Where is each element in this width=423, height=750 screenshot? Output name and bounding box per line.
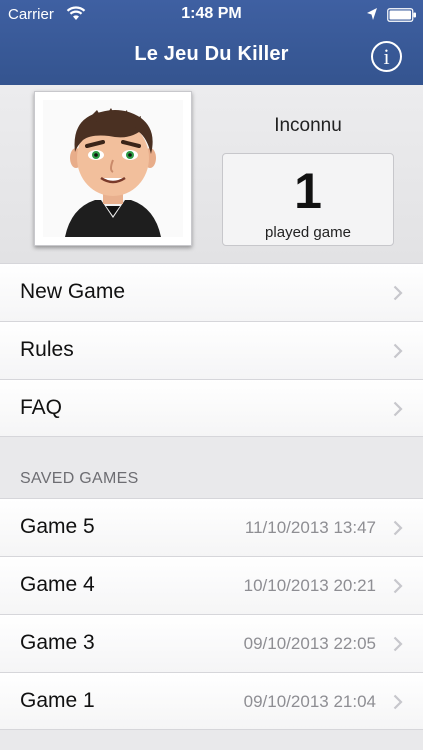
saved-game-label: Game 4 <box>20 573 95 596</box>
info-icon[interactable]: i <box>371 41 402 72</box>
chevron-right-icon <box>393 694 403 710</box>
saved-game-date: 09/10/2013 22:05 <box>243 634 376 653</box>
played-games-count: 1 <box>294 163 322 219</box>
played-games-box: 1 played game <box>222 153 394 246</box>
header: Carrier 1:48 PM Le Jeu Du Killer i <box>0 0 423 85</box>
saved-game-label: Game 3 <box>20 631 95 654</box>
page-title: Le Jeu Du Killer <box>134 43 289 65</box>
chevron-right-icon <box>393 343 403 359</box>
saved-game-row[interactable]: Game 4 10/10/2013 20:21 <box>0 556 423 614</box>
saved-game-label: Game 5 <box>20 515 95 538</box>
menu-item-new-game[interactable]: New Game <box>0 263 423 321</box>
player-name: Inconnu <box>274 115 342 136</box>
main-menu: New Game Rules FAQ <box>0 263 423 437</box>
avatar-cartoon-man-icon <box>65 108 161 237</box>
status-bar: Carrier 1:48 PM <box>0 0 423 30</box>
menu-item-label: FAQ <box>20 396 63 419</box>
status-time: 1:48 PM <box>181 5 242 22</box>
saved-game-date: 10/10/2013 20:21 <box>243 576 376 595</box>
avatar-image <box>43 100 183 237</box>
saved-game-row[interactable]: Game 3 09/10/2013 22:05 <box>0 614 423 672</box>
saved-games-header: SAVED GAMES <box>20 470 139 487</box>
saved-game-date: 09/10/2013 21:04 <box>243 692 376 711</box>
saved-game-row[interactable]: Game 1 09/10/2013 21:04 <box>0 672 423 730</box>
chevron-right-icon <box>393 285 403 301</box>
battery-icon <box>387 8 416 22</box>
menu-item-label: New Game <box>20 280 126 303</box>
chevron-right-icon <box>393 520 403 536</box>
avatar[interactable] <box>34 91 192 246</box>
chevron-right-icon <box>393 578 403 594</box>
menu-item-rules[interactable]: Rules <box>0 321 423 379</box>
played-games-label: played game <box>265 224 351 241</box>
menu-item-label: Rules <box>20 338 74 361</box>
location-arrow-icon <box>367 8 377 20</box>
profile-panel: Inconnu 1 played game <box>0 85 423 263</box>
saved-games-list: Game 5 11/10/2013 13:47 Game 4 10/10/201… <box>0 498 423 730</box>
saved-game-row[interactable]: Game 5 11/10/2013 13:47 <box>0 498 423 556</box>
chevron-right-icon <box>393 401 403 417</box>
menu-item-faq[interactable]: FAQ <box>0 379 423 437</box>
chevron-right-icon <box>393 636 403 652</box>
saved-game-label: Game 1 <box>20 689 95 712</box>
saved-game-date: 11/10/2013 13:47 <box>244 518 376 537</box>
